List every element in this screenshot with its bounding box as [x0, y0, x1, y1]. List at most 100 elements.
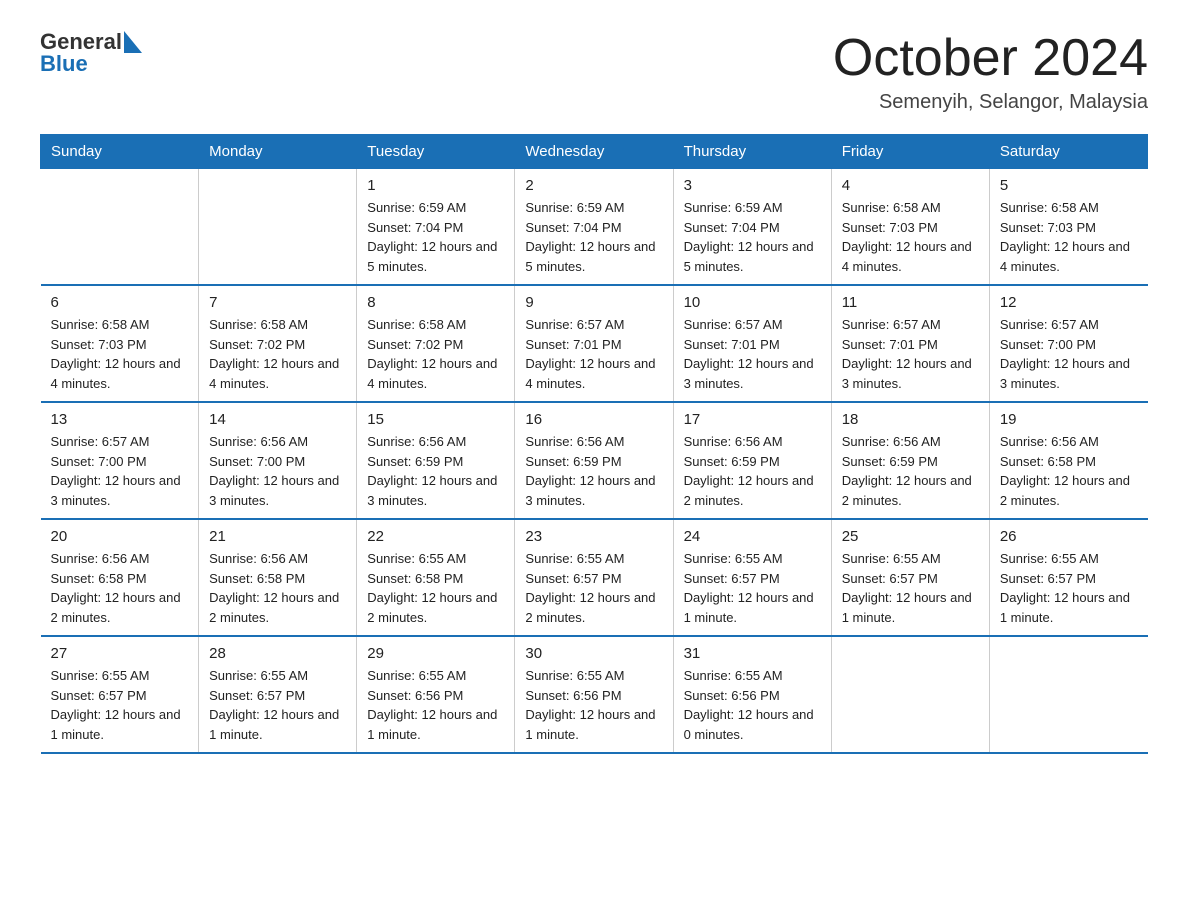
day-number: 4: [842, 177, 979, 194]
header-cell-tuesday: Tuesday: [357, 135, 515, 169]
day-cell: 10 Sunrise: 6:57 AMSunset: 7:01 PMDayligh…: [673, 285, 831, 402]
logo-blue: Blue: [40, 52, 142, 76]
day-cell: 25 Sunrise: 6:55 AMSunset: 6:57 PMDayligh…: [831, 519, 989, 636]
day-cell: [989, 636, 1147, 753]
calendar-header: SundayMondayTuesdayWednesdayThursdayFrid…: [41, 135, 1148, 169]
day-info: Sunrise: 6:56 AMSunset: 6:59 PMDaylight:…: [367, 432, 504, 510]
day-info: Sunrise: 6:55 AMSunset: 6:57 PMDaylight:…: [209, 666, 346, 744]
day-cell: 7 Sunrise: 6:58 AMSunset: 7:02 PMDaylight…: [199, 285, 357, 402]
week-row-3: 20 Sunrise: 6:56 AMSunset: 6:58 PMDayligh…: [41, 519, 1148, 636]
day-info: Sunrise: 6:55 AMSunset: 6:56 PMDaylight:…: [367, 666, 504, 744]
day-cell: 15Sunrise: 6:56 AMSunset: 6:59 PMDayligh…: [357, 402, 515, 519]
day-info: Sunrise: 6:57 AMSunset: 7:00 PMDaylight:…: [51, 432, 189, 510]
header-cell-wednesday: Wednesday: [515, 135, 673, 169]
day-number: 12: [1000, 294, 1138, 311]
calendar-table: SundayMondayTuesdayWednesdayThursdayFrid…: [40, 134, 1148, 754]
day-info: Sunrise: 6:56 AMSunset: 6:59 PMDaylight:…: [525, 432, 662, 510]
day-cell: 4 Sunrise: 6:58 AMSunset: 7:03 PMDaylight…: [831, 169, 989, 286]
day-info: Sunrise: 6:55 AMSunset: 6:57 PMDaylight:…: [684, 549, 821, 627]
day-cell: 1 Sunrise: 6:59 AMSunset: 7:04 PMDaylight…: [357, 169, 515, 286]
day-number: 7: [209, 294, 346, 311]
week-row-0: 1 Sunrise: 6:59 AMSunset: 7:04 PMDaylight…: [41, 169, 1148, 286]
day-number: 16: [525, 411, 662, 428]
header-cell-friday: Friday: [831, 135, 989, 169]
day-info: Sunrise: 6:55 AMSunset: 6:56 PMDaylight:…: [684, 666, 821, 744]
day-info: Sunrise: 6:57 AMSunset: 7:01 PMDaylight:…: [684, 315, 821, 393]
day-info: Sunrise: 6:55 AMSunset: 6:56 PMDaylight:…: [525, 666, 662, 744]
day-cell: 5Sunrise: 6:58 AMSunset: 7:03 PMDaylight…: [989, 169, 1147, 286]
day-info: Sunrise: 6:58 AMSunset: 7:02 PMDaylight:…: [367, 315, 504, 393]
day-info: Sunrise: 6:55 AMSunset: 6:57 PMDaylight:…: [842, 549, 979, 627]
day-info: Sunrise: 6:55 AMSunset: 6:57 PMDaylight:…: [525, 549, 662, 627]
day-info: Sunrise: 6:57 AMSunset: 7:00 PMDaylight:…: [1000, 315, 1138, 393]
day-info: Sunrise: 6:56 AMSunset: 6:59 PMDaylight:…: [842, 432, 979, 510]
title-block: October 2024 Semenyih, Selangor, Malaysi…: [833, 30, 1148, 114]
day-cell: 3Sunrise: 6:59 AMSunset: 7:04 PMDaylight…: [673, 169, 831, 286]
day-cell: 18Sunrise: 6:56 AMSunset: 6:59 PMDayligh…: [831, 402, 989, 519]
header-cell-sunday: Sunday: [41, 135, 199, 169]
day-cell: 27Sunrise: 6:55 AMSunset: 6:57 PMDayligh…: [41, 636, 199, 753]
day-cell: 23 Sunrise: 6:55 AMSunset: 6:57 PMDayligh…: [515, 519, 673, 636]
day-number: 25: [842, 528, 979, 545]
day-cell: 28 Sunrise: 6:55 AMSunset: 6:57 PMDayligh…: [199, 636, 357, 753]
logo-triangle-icon: [124, 31, 142, 53]
day-cell: [41, 169, 199, 286]
day-info: Sunrise: 6:56 AMSunset: 7:00 PMDaylight:…: [209, 432, 346, 510]
day-info: Sunrise: 6:55 AMSunset: 6:57 PMDaylight:…: [1000, 549, 1138, 627]
day-number: 2: [525, 177, 662, 194]
day-cell: 12 Sunrise: 6:57 AMSunset: 7:00 PMDayligh…: [989, 285, 1147, 402]
day-number: 1: [367, 177, 504, 194]
day-info: Sunrise: 6:59 AMSunset: 7:04 PMDaylight:…: [367, 198, 504, 276]
location-title: Semenyih, Selangor, Malaysia: [833, 91, 1148, 114]
day-number: 21: [209, 528, 346, 545]
header-row: SundayMondayTuesdayWednesdayThursdayFrid…: [41, 135, 1148, 169]
day-number: 27: [51, 645, 189, 662]
day-number: 28: [209, 645, 346, 662]
day-number: 6: [51, 294, 189, 311]
day-cell: 20 Sunrise: 6:56 AMSunset: 6:58 PMDayligh…: [41, 519, 199, 636]
day-number: 10: [684, 294, 821, 311]
header-cell-saturday: Saturday: [989, 135, 1147, 169]
day-number: 17: [684, 411, 821, 428]
day-number: 22: [367, 528, 504, 545]
day-cell: 29 Sunrise: 6:55 AMSunset: 6:56 PMDayligh…: [357, 636, 515, 753]
day-info: Sunrise: 6:57 AMSunset: 7:01 PMDaylight:…: [842, 315, 979, 393]
day-number: 29: [367, 645, 504, 662]
day-cell: 16 Sunrise: 6:56 AMSunset: 6:59 PMDayligh…: [515, 402, 673, 519]
day-info: Sunrise: 6:58 AMSunset: 7:03 PMDaylight:…: [51, 315, 189, 393]
day-number: 8: [367, 294, 504, 311]
day-cell: 24 Sunrise: 6:55 AMSunset: 6:57 PMDayligh…: [673, 519, 831, 636]
day-info: Sunrise: 6:58 AMSunset: 7:03 PMDaylight:…: [842, 198, 979, 276]
header-cell-thursday: Thursday: [673, 135, 831, 169]
day-cell: 31Sunrise: 6:55 AMSunset: 6:56 PMDayligh…: [673, 636, 831, 753]
day-number: 13: [51, 411, 189, 428]
day-info: Sunrise: 6:59 AMSunset: 7:04 PMDaylight:…: [525, 198, 662, 276]
day-cell: 8 Sunrise: 6:58 AMSunset: 7:02 PMDaylight…: [357, 285, 515, 402]
day-cell: 9Sunrise: 6:57 AMSunset: 7:01 PMDaylight…: [515, 285, 673, 402]
logo: General Blue: [40, 30, 142, 76]
day-number: 24: [684, 528, 821, 545]
day-number: 14: [209, 411, 346, 428]
day-number: 20: [51, 528, 189, 545]
day-cell: 6 Sunrise: 6:58 AMSunset: 7:03 PMDaylight…: [41, 285, 199, 402]
calendar-body: 1 Sunrise: 6:59 AMSunset: 7:04 PMDaylight…: [41, 169, 1148, 754]
day-cell: 26 Sunrise: 6:55 AMSunset: 6:57 PMDayligh…: [989, 519, 1147, 636]
day-info: Sunrise: 6:56 AMSunset: 6:58 PMDaylight:…: [1000, 432, 1138, 510]
day-info: Sunrise: 6:59 AMSunset: 7:04 PMDaylight:…: [684, 198, 821, 276]
day-info: Sunrise: 6:56 AMSunset: 6:58 PMDaylight:…: [51, 549, 189, 627]
day-info: Sunrise: 6:56 AMSunset: 6:58 PMDaylight:…: [209, 549, 346, 627]
day-number: 19: [1000, 411, 1138, 428]
day-cell: 30 Sunrise: 6:55 AMSunset: 6:56 PMDayligh…: [515, 636, 673, 753]
page-header: General Blue October 2024 Semenyih, Sela…: [40, 30, 1148, 114]
day-number: 23: [525, 528, 662, 545]
day-cell: 2 Sunrise: 6:59 AMSunset: 7:04 PMDaylight…: [515, 169, 673, 286]
day-cell: 14 Sunrise: 6:56 AMSunset: 7:00 PMDayligh…: [199, 402, 357, 519]
day-number: 26: [1000, 528, 1138, 545]
day-info: Sunrise: 6:58 AMSunset: 7:02 PMDaylight:…: [209, 315, 346, 393]
day-cell: 19 Sunrise: 6:56 AMSunset: 6:58 PMDayligh…: [989, 402, 1147, 519]
day-number: 11: [842, 294, 979, 311]
day-cell: [831, 636, 989, 753]
day-cell: 17Sunrise: 6:56 AMSunset: 6:59 PMDayligh…: [673, 402, 831, 519]
day-number: 30: [525, 645, 662, 662]
week-row-1: 6 Sunrise: 6:58 AMSunset: 7:03 PMDaylight…: [41, 285, 1148, 402]
